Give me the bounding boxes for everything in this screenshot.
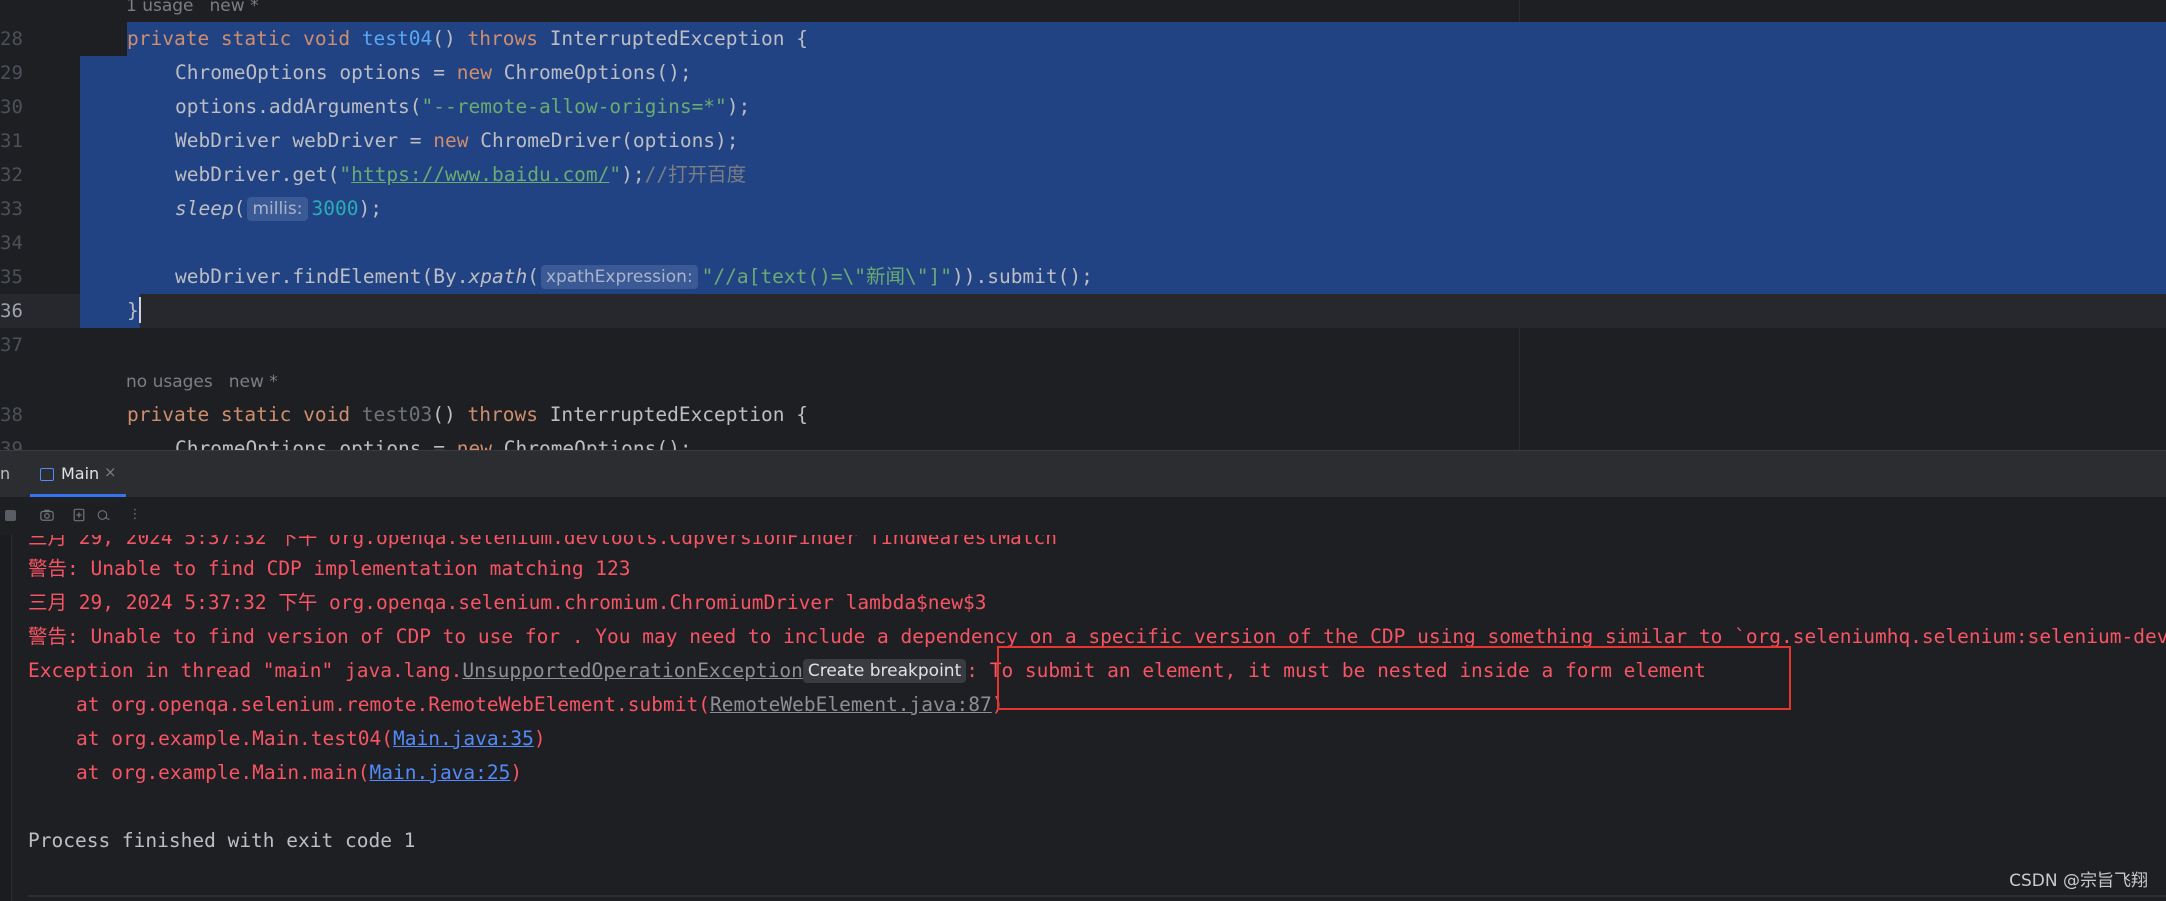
line-number: 29	[0, 62, 23, 84]
code-text: ChromeOptions options = new ChromeOption…	[175, 61, 692, 84]
code-line-33[interactable]: 33 sleep(millis: 3000);	[0, 192, 2166, 226]
process-finished-line: Process finished with exit code 1	[28, 829, 416, 852]
console-line: 三月 29, 2024 5:37:32 下午 org.openqa.seleni…	[28, 535, 1057, 549]
code-text: private static void test03() throws Inte…	[127, 403, 808, 426]
console-line: 警告: Unable to find CDP implementation ma…	[28, 557, 631, 580]
close-icon[interactable]: ×	[104, 463, 117, 481]
code-line-34[interactable]: 34	[0, 226, 2166, 260]
more-options-icon[interactable]: ⋮	[128, 508, 142, 522]
code-comment: //打开百度	[644, 163, 747, 186]
code-line-29[interactable]: 29 ChromeOptions options = new ChromeOpt…	[0, 56, 2166, 90]
code-text: WebDriver webDriver = new ChromeDriver(o…	[175, 129, 739, 152]
line-number: 30	[0, 96, 23, 118]
line-number: 32	[0, 164, 23, 186]
export-icon[interactable]	[72, 508, 86, 522]
console-toolbar: ⋮	[0, 497, 2166, 535]
code-text: private static void test04() throws Inte…	[127, 27, 808, 50]
console-left-edge	[0, 535, 12, 901]
text-caret	[138, 297, 141, 323]
line-number: 35	[0, 266, 23, 288]
tab-main-label: Main	[61, 464, 100, 483]
line-number: 36	[0, 300, 23, 322]
run-tab-partial-label[interactable]: n	[0, 464, 10, 483]
source-link[interactable]: Main.java:35	[393, 727, 534, 750]
stacktrace-line: at org.example.Main.main(Main.java:25)	[76, 761, 523, 784]
code-text: options.addArguments("--remote-allow-ori…	[175, 95, 751, 118]
usage-inlay-test03[interactable]: no usages new *	[126, 368, 294, 396]
code-text: ChromeOptions options = new ChromeOption…	[175, 437, 692, 450]
code-line-30[interactable]: 30 options.addArguments("--remote-allow-…	[0, 90, 2166, 124]
code-line-37[interactable]: 37	[0, 328, 2166, 362]
usage-count[interactable]: no usages	[126, 372, 213, 392]
author-hint: new *	[228, 372, 278, 392]
line-number: 38	[0, 404, 23, 426]
line-number: 33	[0, 198, 23, 220]
code-line-38[interactable]: 38 private static void test03() throws I…	[0, 398, 2166, 432]
console-bottom-border	[28, 895, 2166, 897]
usage-count[interactable]: 1 usage	[126, 0, 194, 16]
code-line-35[interactable]: 35 webDriver.findElement(By.xpath(xpathE…	[0, 260, 2166, 294]
line-number: 39	[0, 438, 23, 450]
line-number: 31	[0, 130, 23, 152]
line-number: 28	[0, 28, 23, 50]
console-line: 三月 29, 2024 5:37:32 下午 org.openqa.seleni…	[28, 591, 987, 614]
line-number: 34	[0, 232, 23, 254]
usage-inlay-test04[interactable]: 1 usage new *	[126, 0, 275, 20]
parameter-hint: millis:	[247, 197, 308, 221]
stacktrace-line: at org.example.Main.test04(Main.java:35)	[76, 727, 546, 750]
source-link[interactable]: RemoteWebElement.java:87	[710, 693, 992, 716]
stacktrace-line: at org.openqa.selenium.remote.RemoteWebE…	[76, 693, 1004, 716]
run-tool-window-tabs: n Main ×	[0, 450, 2166, 497]
code-line-36[interactable]: 36 }	[0, 294, 2166, 328]
run-console[interactable]: 三月 29, 2024 5:37:32 下午 org.openqa.seleni…	[0, 535, 2166, 901]
code-text: webDriver.get("https://www.baidu.com/");…	[175, 163, 747, 186]
exception-class-link[interactable]: UnsupportedOperationException	[462, 659, 802, 682]
restore-layout-icon[interactable]	[97, 508, 111, 522]
code-editor[interactable]: 1 usage new * 28 private static void test…	[0, 0, 2166, 450]
code-line-32[interactable]: 32 webDriver.get("https://www.baidu.com/…	[0, 158, 2166, 192]
stop-icon[interactable]	[5, 510, 16, 521]
author-hint: new *	[209, 0, 259, 16]
run-config-icon	[40, 468, 54, 481]
code-text: }	[127, 297, 141, 323]
code-line-39[interactable]: 39 ChromeOptions options = new ChromeOpt…	[0, 432, 2166, 450]
parameter-hint: xpathExpression:	[540, 265, 698, 289]
code-line-28[interactable]: 28 private static void test04() throws I…	[0, 22, 2166, 56]
camera-icon[interactable]	[40, 508, 54, 522]
line-number: 37	[0, 334, 23, 356]
create-breakpoint-button[interactable]: Create breakpoint	[802, 659, 967, 683]
url-link[interactable]: https://www.baidu.com/	[351, 163, 609, 186]
code-text: webDriver.findElement(By.xpath(xpathExpr…	[175, 265, 1093, 289]
source-link[interactable]: Main.java:25	[370, 761, 511, 784]
code-line-31[interactable]: 31 WebDriver webDriver = new ChromeDrive…	[0, 124, 2166, 158]
tab-main[interactable]: Main ×	[30, 451, 126, 497]
code-text: sleep(millis: 3000);	[175, 197, 382, 221]
watermark: CSDN @宗旨飞翔	[2009, 871, 2148, 891]
annotation-highlight-box	[997, 646, 1791, 710]
